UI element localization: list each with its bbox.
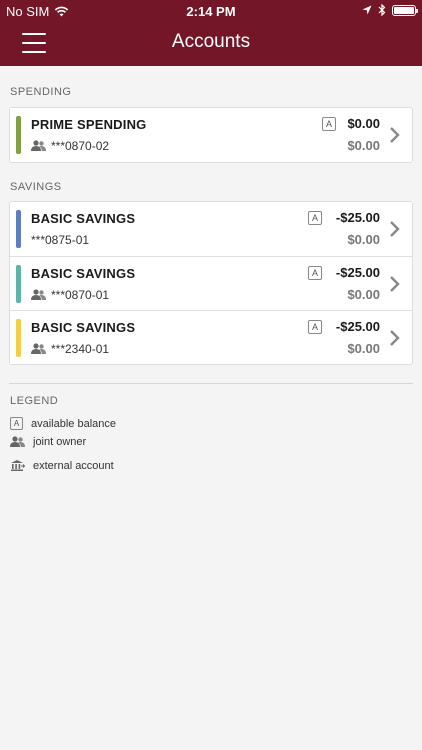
savings-card: BASIC SAVINGS ***0875-01 A -$25.00 $0.00…	[9, 201, 413, 365]
joint-owner-icon	[31, 140, 46, 151]
account-number: ***0870-02	[51, 139, 110, 153]
legend-label-external: external account	[33, 459, 114, 472]
account-number-line: ***0870-01	[31, 288, 109, 302]
available-badge: A	[308, 320, 322, 334]
available-badge: A	[308, 266, 322, 280]
account-color-bar	[16, 265, 21, 303]
legend-item-available: A available balance	[10, 417, 116, 430]
account-row[interactable]: BASIC SAVINGS ***0870-01 A -$25.00 $0.00	[10, 256, 412, 310]
account-number-line: ***0870-02	[31, 139, 109, 153]
location-arrow-icon	[362, 5, 372, 15]
available-badge: A	[322, 117, 336, 131]
legend-title: LEGEND	[10, 395, 59, 407]
account-color-bar	[16, 210, 21, 248]
available-badge-icon: A	[10, 417, 23, 430]
account-name: BASIC SAVINGS	[31, 211, 136, 226]
bank-icon	[11, 460, 25, 471]
account-available: $0.00	[347, 287, 380, 302]
account-row[interactable]: BASIC SAVINGS ***0875-01 A -$25.00 $0.00	[10, 202, 412, 256]
section-label-spending: SPENDING	[10, 86, 72, 98]
bluetooth-icon	[378, 4, 386, 16]
account-color-bar	[16, 319, 21, 357]
status-time: 2:14 PM	[186, 4, 236, 19]
account-available: $0.00	[347, 341, 380, 356]
account-number-line: ***2340-01	[31, 342, 109, 356]
joint-owner-icon	[31, 289, 46, 300]
chevron-right-icon	[390, 127, 400, 143]
account-color-bar	[16, 116, 21, 154]
chevron-right-icon	[390, 330, 400, 346]
account-name: BASIC SAVINGS	[31, 320, 136, 335]
legend-divider	[9, 383, 413, 384]
battery-icon	[392, 4, 418, 16]
page-title: Accounts	[171, 31, 251, 52]
chevron-right-icon	[390, 221, 400, 237]
account-name: BASIC SAVINGS	[31, 266, 136, 281]
account-number: ***2340-01	[51, 342, 110, 356]
account-available: $0.00	[347, 138, 380, 153]
joint-owner-icon	[31, 343, 46, 354]
status-bar: No SIM 2:14 PM	[0, 0, 422, 22]
joint-owner-icon	[10, 436, 25, 447]
account-amount: -$25.00	[335, 210, 380, 225]
account-row[interactable]: PRIME SPENDING ***0870-02 A $0.00 $0.00	[10, 108, 412, 162]
account-row[interactable]: BASIC SAVINGS ***2340-01 A -$25.00 $0.00	[10, 310, 412, 364]
status-right	[362, 4, 418, 16]
account-name: PRIME SPENDING	[31, 117, 147, 132]
legend-label-available: available balance	[31, 417, 117, 430]
account-number-line: ***0875-01	[31, 233, 89, 247]
available-badge: A	[308, 211, 322, 225]
account-amount: -$25.00	[335, 319, 380, 334]
account-number: ***0875-01	[31, 233, 90, 247]
spending-card: PRIME SPENDING ***0870-02 A $0.00 $0.00	[9, 107, 413, 163]
app-header: No SIM 2:14 PM Accounts	[0, 0, 422, 66]
chevron-right-icon	[390, 276, 400, 292]
account-amount: $0.00	[347, 116, 380, 131]
account-number: ***0870-01	[51, 288, 110, 302]
account-available: $0.00	[347, 232, 380, 247]
section-label-savings: SAVINGS	[10, 181, 62, 193]
legend-item-external: external account	[10, 459, 114, 472]
legend-item-joint: joint owner	[10, 436, 86, 448]
account-amount: -$25.00	[335, 265, 380, 280]
legend-label-joint: joint owner	[33, 436, 87, 448]
